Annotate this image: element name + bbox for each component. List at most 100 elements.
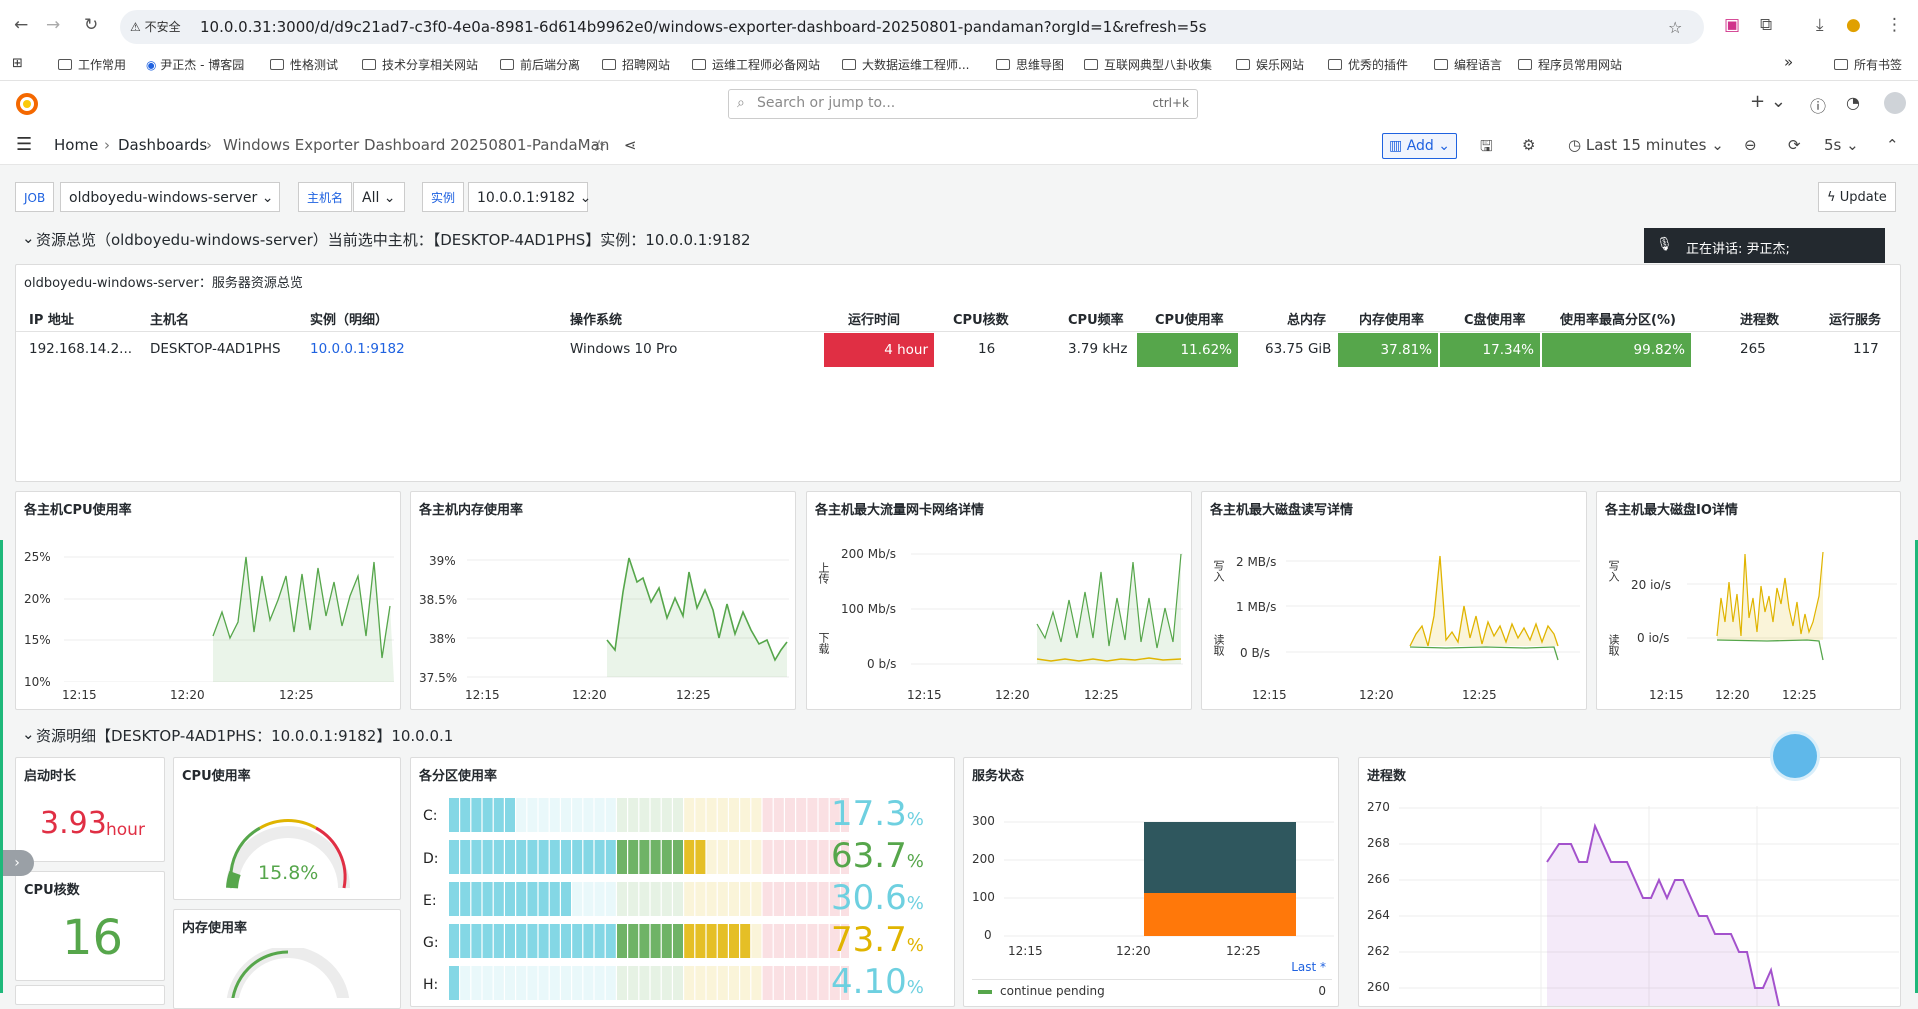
refresh-interval-picker[interactable]: 5s ⌄	[1824, 136, 1859, 154]
collapse-chevron-up-icon[interactable]: ⌃	[1886, 136, 1899, 154]
address-bar[interactable]: ⚠ 不安全 10.0.0.31:3000/d/d9c21ad7-c3f0-4e0…	[120, 10, 1704, 44]
cpu-usage-line-chart[interactable]	[64, 542, 394, 682]
url-text[interactable]: 10.0.0.31:3000/d/d9c21ad7-c3f0-4e0a-8981…	[200, 18, 1207, 36]
partition-bar-cell	[796, 798, 807, 832]
bookmark-item[interactable]: 招聘网站	[602, 56, 670, 73]
table-header[interactable]: CPU核数	[953, 309, 1009, 328]
partition-bar-cell	[549, 966, 560, 1000]
speaking-text: 正在讲话: 尹正杰;	[1686, 242, 1790, 257]
breadcrumb-dashboards[interactable]: Dashboards	[118, 136, 207, 154]
y-tick: 15%	[24, 633, 51, 647]
bookmark-item[interactable]: 工作常用	[58, 56, 126, 73]
bookmark-item[interactable]: 前后端分离	[500, 56, 580, 73]
table-header[interactable]: 进程数	[1740, 309, 1779, 328]
row-title-detail[interactable]: 资源明细【DESKTOP-4AD1PHS：10.0.0.1:9182】10.0.…	[36, 725, 453, 746]
bookmarks-more-icon[interactable]: »	[1784, 53, 1793, 71]
table-header[interactable]: C盘使用率	[1464, 309, 1526, 328]
table-header[interactable]: 使用率最高分区(%)	[1560, 309, 1676, 328]
profile-icon[interactable]: ●	[1846, 15, 1861, 35]
process-count-line-chart[interactable]	[1399, 806, 1899, 1006]
back-icon[interactable]: ←	[14, 15, 28, 35]
x-tick: 12:15	[1649, 688, 1684, 702]
share-icon[interactable]: ⋖	[624, 136, 637, 154]
save-icon[interactable]: 🖫	[1480, 136, 1493, 161]
disk-rw-line-chart[interactable]	[1286, 542, 1580, 672]
bookmark-star-icon[interactable]: ☆	[1668, 18, 1682, 37]
partition-bar-cell	[673, 798, 683, 832]
table-header[interactable]: 主机名	[150, 309, 189, 328]
table-header[interactable]: 实例（明细）	[310, 309, 388, 328]
y-tick: 20 io/s	[1631, 578, 1672, 592]
extensions-puzzle-icon[interactable]: ⧉	[1760, 15, 1772, 35]
row-collapse-chevron-icon[interactable]: ⌄	[22, 229, 35, 247]
menu-hamburger-icon[interactable]: ☰	[16, 134, 32, 155]
all-bookmarks[interactable]: 所有书签	[1834, 56, 1902, 73]
network-line-chart[interactable]	[911, 542, 1183, 672]
bookmark-item[interactable]: 优秀的插件	[1328, 56, 1408, 73]
memory-usage-timeseries-panel: 各主机内存使用率 39% 38.5% 38% 37.5% 12:15 12:20…	[410, 491, 796, 710]
legend-value: 0	[1318, 984, 1326, 998]
download-icon[interactable]: ⤓	[1816, 15, 1824, 35]
breadcrumb-home[interactable]: Home	[54, 136, 98, 154]
update-button[interactable]: ϟ Update	[1818, 182, 1896, 212]
partition-value: 63.7	[831, 836, 907, 876]
reload-icon[interactable]: ↻	[84, 15, 98, 35]
bookmark-item[interactable]: ◉ 尹正杰 - 博客园	[146, 56, 244, 73]
row-title-overview[interactable]: 资源总览（oldboyedu-windows-server）当前选中主机：【DE…	[36, 229, 751, 250]
legend-sort-last[interactable]: Last *	[1291, 960, 1326, 974]
browser-menu-icon[interactable]: ⋮	[1886, 15, 1903, 35]
bookmark-item[interactable]: 程序员常用网站	[1518, 56, 1622, 73]
grafana-logo-icon[interactable]	[16, 93, 38, 115]
memory-usage-line-chart[interactable]	[467, 542, 789, 682]
table-header[interactable]: 运行服务	[1829, 309, 1881, 328]
bookmark-item[interactable]: 编程语言	[1434, 56, 1502, 73]
variable-select-hostname[interactable]: All ⌄	[353, 182, 405, 212]
bookmark-item[interactable]: 大数据运维工程师...	[842, 56, 969, 73]
extension-icon[interactable]: ▣	[1724, 15, 1740, 35]
table-header[interactable]: 内存使用率	[1359, 309, 1424, 328]
time-picker[interactable]: ◷ Last 15 minutes ⌄	[1568, 136, 1724, 154]
disk-io-line-chart[interactable]	[1687, 542, 1897, 672]
table-cell-instance-link[interactable]: 10.0.0.1:9182	[310, 333, 405, 366]
legend-item[interactable]: continue pending	[1000, 984, 1105, 998]
x-tick: 12:20	[995, 688, 1030, 702]
partition-bar-cell	[583, 840, 594, 874]
table-header[interactable]: 总内存	[1287, 309, 1326, 328]
partition-bar-cell	[605, 966, 616, 1000]
user-avatar[interactable]	[1884, 92, 1906, 114]
variable-select-instance[interactable]: 10.0.0.1:9182 ⌄	[468, 182, 591, 212]
table-header[interactable]: CPU频率	[1068, 309, 1124, 328]
table-header[interactable]: IP 地址	[29, 309, 74, 328]
side-expand-chevron-icon[interactable]: ›	[0, 850, 34, 876]
add-button[interactable]: ▥ Add ⌄	[1382, 133, 1457, 159]
table-header[interactable]: 操作系统	[570, 309, 622, 328]
refresh-icon[interactable]: ⟳	[1788, 136, 1801, 154]
bookmark-item[interactable]: 技术分享相关网站	[362, 56, 478, 73]
row-collapse-chevron-icon[interactable]: ⌄	[22, 725, 35, 743]
forward-icon[interactable]: →	[46, 15, 60, 35]
bookmark-item[interactable]: 性格测试	[270, 56, 338, 73]
variable-select-job[interactable]: oldboyedu-windows-server ⌄	[60, 182, 280, 212]
floating-assistant-icon[interactable]	[1773, 734, 1817, 778]
zoom-out-icon[interactable]: ⊖	[1744, 136, 1757, 154]
service-state-area-chart[interactable]	[1004, 808, 1334, 938]
panel-title: 服务状态	[972, 769, 1025, 784]
table-cell-cpu-freq: 3.79 kHz	[1068, 341, 1128, 357]
new-plus-button[interactable]: + ⌄	[1750, 91, 1786, 112]
bookmark-item[interactable]: 互联网典型八卦收集	[1084, 56, 1212, 73]
help-icon[interactable]: ⓘ	[1810, 93, 1826, 117]
apps-grid-icon[interactable]: ⊞	[12, 56, 23, 71]
disk-io-timeseries-panel: 各主机最大磁盘IO详情 写入 读取 20 io/s 0 io/s 12:15 1…	[1596, 491, 1901, 710]
search-input[interactable]: ⌕ Search or jump to... ctrl+k	[728, 89, 1198, 119]
partition-bar-cell	[516, 798, 527, 832]
bookmark-item[interactable]: 运维工程师必备网站	[692, 56, 820, 73]
bookmark-item[interactable]: 思维导图	[996, 56, 1064, 73]
news-rss-icon[interactable]: ◔	[1846, 93, 1860, 112]
partition-bar-cell	[628, 924, 639, 958]
table-header[interactable]: 运行时间	[848, 309, 900, 328]
settings-gear-icon[interactable]: ⚙	[1522, 136, 1535, 154]
table-header[interactable]: CPU使用率	[1155, 309, 1224, 328]
star-icon[interactable]: ☆	[592, 136, 606, 155]
bookmark-item[interactable]: 娱乐网站	[1236, 56, 1304, 73]
insecure-badge[interactable]: ⚠ 不安全	[130, 18, 181, 35]
